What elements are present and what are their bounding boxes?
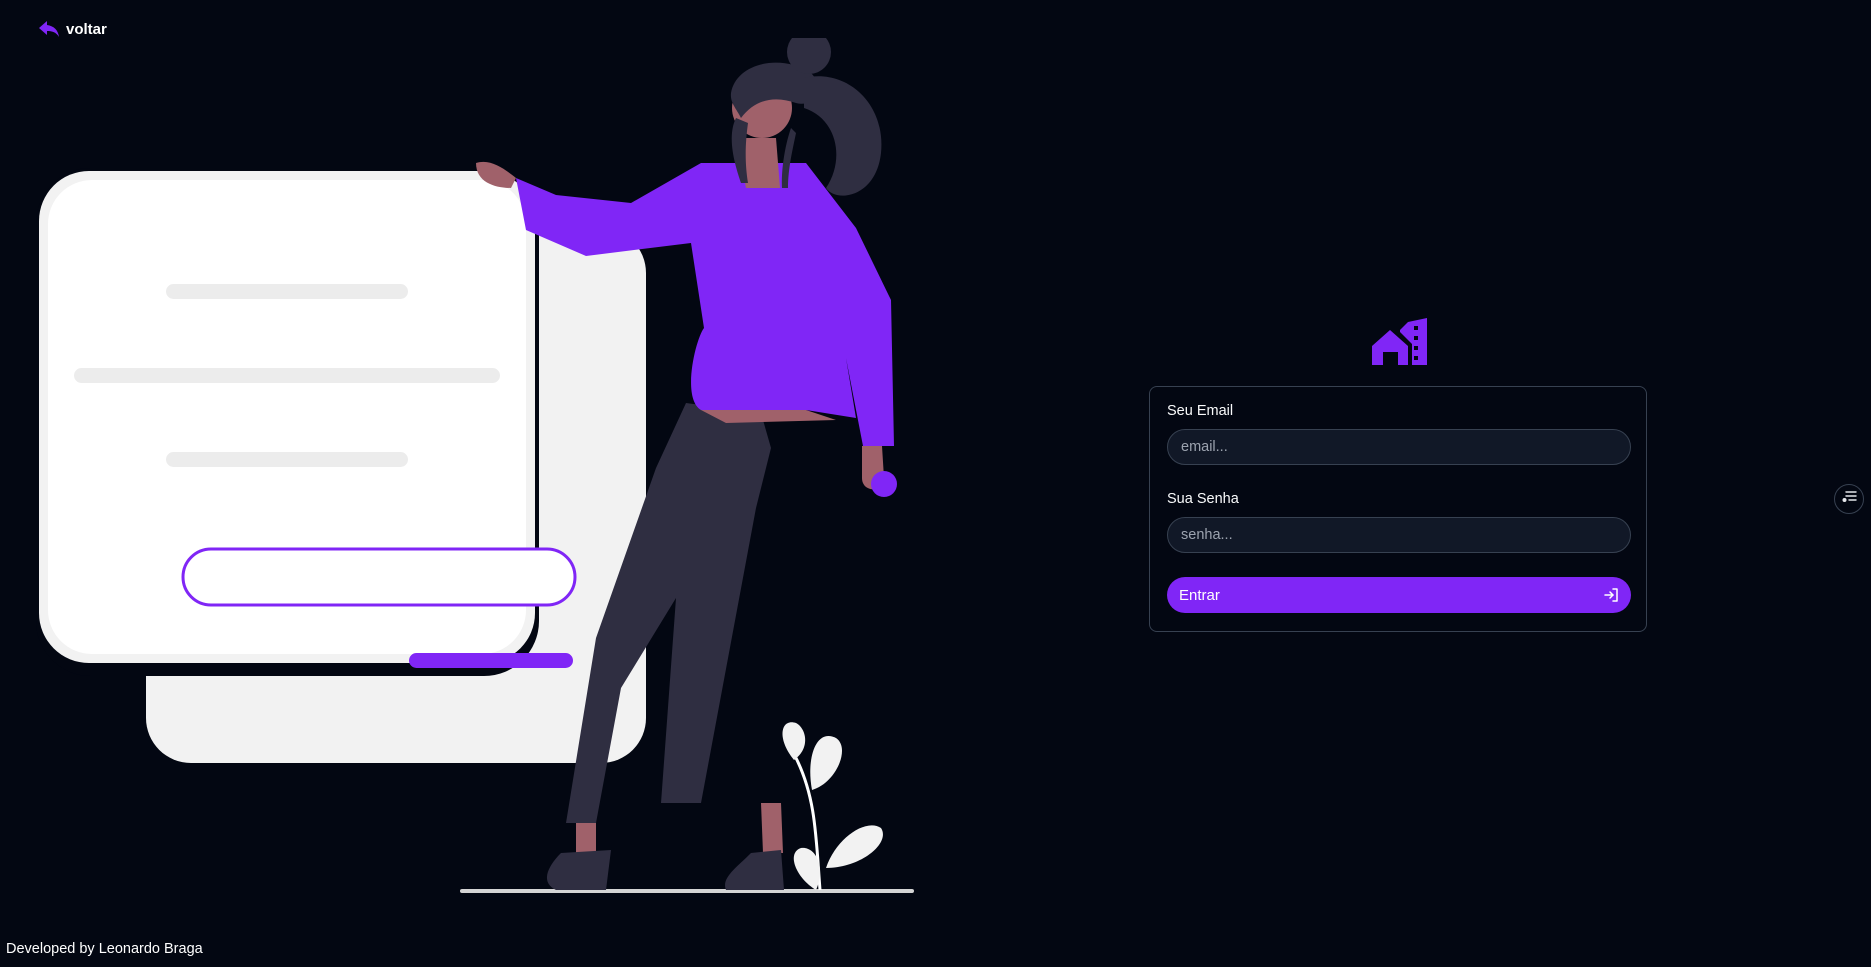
back-link-label: voltar xyxy=(66,20,107,38)
email-label: Seu Email xyxy=(1167,403,1234,419)
submit-button-label: Entrar xyxy=(1179,586,1220,604)
password-label: Sua Senha xyxy=(1167,491,1239,507)
login-arrow-icon xyxy=(1603,587,1619,603)
submit-button[interactable]: Entrar xyxy=(1167,577,1631,613)
email-field-group: Seu Email xyxy=(1167,403,1631,465)
settings-list-icon xyxy=(1841,490,1857,509)
reply-arrow-icon xyxy=(38,20,60,38)
house-building-logo-icon xyxy=(1370,318,1428,371)
login-form: Seu Email Sua Senha Entrar xyxy=(1149,386,1647,632)
login-illustration xyxy=(36,38,914,893)
login-page: voltar Seu Email email... Sua Senha Entr… xyxy=(0,0,1871,967)
password-field-group: Sua Senha xyxy=(1167,491,1631,553)
footer-credit: Developed by Leonardo Braga xyxy=(6,941,203,957)
password-input[interactable] xyxy=(1167,517,1631,553)
side-toggle-button[interactable] xyxy=(1834,484,1864,514)
email-input[interactable] xyxy=(1167,429,1631,465)
back-link[interactable]: voltar xyxy=(38,20,107,38)
